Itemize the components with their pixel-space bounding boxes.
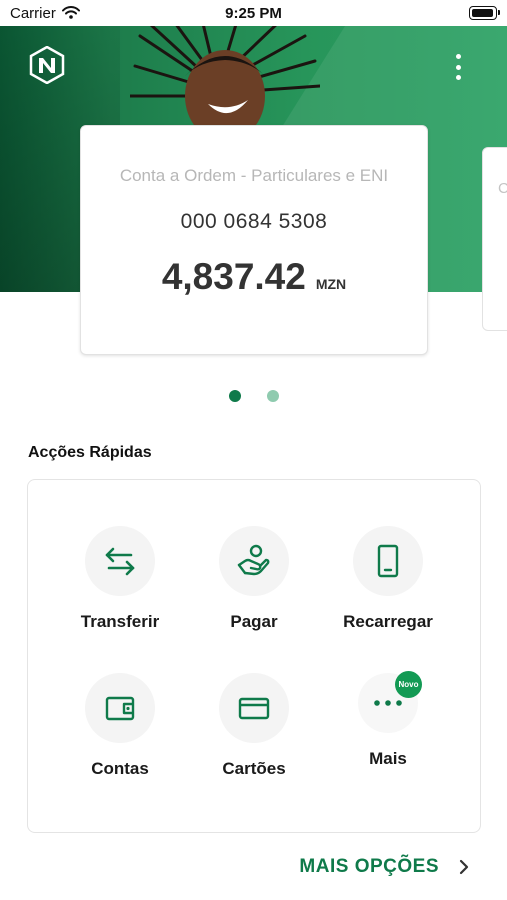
balance-currency: MZN [315,276,347,292]
account-number: 000 0684 5308 [180,210,328,233]
pay-action[interactable]: Pagar [184,526,324,632]
recharge-action[interactable]: Recarregar [318,526,458,632]
chevron-right-icon [459,859,469,875]
account-balance: 4,837.42 MZN [81,256,427,298]
next-account-name: C [498,180,507,197]
hand-pay-icon [237,544,270,576]
credit-card-icon [238,697,270,720]
balance-amount: 4,837.42 [161,256,306,297]
transfer-arrows-icon [105,547,135,576]
carousel-dot-active[interactable] [228,390,241,402]
accounts-action[interactable]: Contas [50,673,190,779]
more-icon-circle: Novo [358,671,422,733]
quick-actions-title: Acções Rápidas [28,444,152,461]
carousel-indicator [0,390,507,402]
account-name: Conta a Ordem - Particulares e ENI [119,166,389,185]
status-time: 9:25 PM [225,5,282,22]
cards-label: Cartões [222,759,286,778]
recharge-icon-circle [353,526,423,596]
quick-actions-panel: Transferir Pagar Recarregar Contas Cartõ… [27,479,481,833]
account-card[interactable]: Conta a Ordem - Particulares e ENI 000 0… [80,125,428,355]
nedbank-logo-icon[interactable] [28,46,66,84]
recharge-label: Recarregar [343,612,433,631]
transfer-action[interactable]: Transferir [50,526,190,632]
cards-action[interactable]: Cartões [184,673,324,779]
carousel-dot[interactable] [266,390,279,402]
cards-icon-circle [219,673,289,743]
pay-label: Pagar [230,612,278,631]
kebab-menu-icon[interactable] [446,52,470,82]
battery-icon [469,6,500,20]
wallet-icon [105,696,135,721]
new-badge: Novo [395,671,422,698]
accounts-icon-circle [85,673,155,743]
transfer-icon-circle [85,526,155,596]
more-options-label: MAIS OPÇÕES [299,856,439,877]
pay-icon-circle [219,526,289,596]
transfer-label: Transferir [80,612,160,631]
accounts-label: Contas [91,759,149,778]
more-options-link[interactable]: MAIS OPÇÕES [299,856,469,878]
mobile-phone-icon [377,544,399,578]
more-label: Mais [369,749,407,768]
status-bar: Carrier 9:25 PM [0,0,507,26]
more-action[interactable]: Novo Mais [318,671,458,769]
next-account-card[interactable]: C [482,147,507,331]
more-dots-icon [374,700,402,706]
